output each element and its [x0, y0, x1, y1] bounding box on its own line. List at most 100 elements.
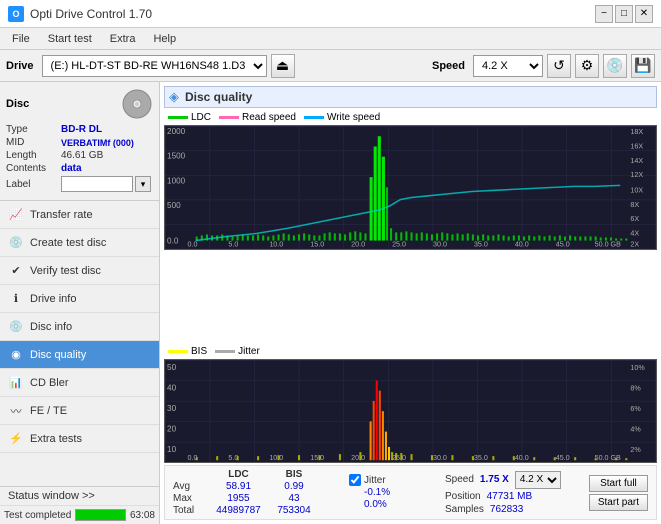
legend-write-speed-color [304, 116, 324, 119]
disc-type-value: BD-R DL [61, 124, 102, 135]
start-part-button[interactable]: Start part [589, 494, 648, 511]
svg-text:15.0: 15.0 [310, 454, 324, 462]
svg-text:1000: 1000 [167, 176, 186, 185]
svg-text:40: 40 [167, 383, 177, 392]
top-chart-svg: 2000 1500 1000 500 0.0 18X 16X 14X 12X 1… [164, 125, 657, 250]
legend-bis-label: BIS [191, 346, 207, 357]
disc-mid-label: MID [6, 137, 61, 148]
status-window-button[interactable]: Status window >> [0, 487, 159, 506]
sidebar-label-create-test-disc: Create test disc [30, 237, 106, 249]
status-progress-area: Test completed 63:08 [0, 506, 159, 524]
sidebar-item-disc-info[interactable]: 💿 Disc info [0, 313, 159, 341]
sidebar-item-drive-info[interactable]: ℹ Drive info [0, 285, 159, 313]
disc-type-row: Type BD-R DL [6, 124, 153, 135]
app-icon: O [8, 6, 24, 22]
refresh-button[interactable]: ↺ [547, 54, 571, 78]
close-button[interactable]: ✕ [635, 5, 653, 23]
svg-text:0.0: 0.0 [188, 241, 198, 249]
transfer-rate-icon: 📈 [8, 207, 24, 223]
menu-file[interactable]: File [4, 31, 38, 47]
speed-select[interactable]: 4.2 X [473, 55, 543, 77]
samples-label: Samples [445, 504, 484, 515]
sidebar-item-fe-te[interactable]: 〰 FE / TE [0, 397, 159, 425]
status-window-label: Status window >> [8, 490, 95, 502]
svg-text:25.0: 25.0 [392, 241, 406, 249]
sidebar-item-create-test-disc[interactable]: 💿 Create test disc [0, 229, 159, 257]
svg-text:10.0: 10.0 [269, 241, 283, 249]
menu-help[interactable]: Help [145, 31, 184, 47]
eject-button[interactable]: ⏏ [271, 54, 295, 78]
svg-text:50.0 GB: 50.0 GB [595, 454, 621, 462]
status-text: Test completed [4, 510, 71, 521]
drive-select[interactable]: (E:) HL-DT-ST BD-RE WH16NS48 1.D3 [42, 55, 267, 77]
disc-info-icon: 💿 [8, 319, 24, 335]
disc-label-label: Label [6, 179, 61, 190]
sidebar-item-verify-test-disc[interactable]: ✔ Verify test disc [0, 257, 159, 285]
svg-text:40.0: 40.0 [515, 454, 529, 462]
sidebar-label-drive-info: Drive info [30, 293, 76, 305]
disc-length-value: 46.61 GB [61, 150, 103, 161]
progress-fill [76, 510, 125, 520]
svg-text:2000: 2000 [167, 127, 186, 136]
disc-type-label: Type [6, 124, 61, 135]
speed-dropdown[interactable]: 4.2 X [515, 471, 561, 489]
total-bis: 753304 [274, 505, 314, 516]
disc-icon [121, 88, 153, 120]
ldc-header: LDC [211, 469, 266, 480]
minimize-button[interactable]: − [595, 5, 613, 23]
legend-jitter-color [215, 350, 235, 353]
sidebar-item-transfer-rate[interactable]: 📈 Transfer rate [0, 201, 159, 229]
verify-test-disc-icon: ✔ [8, 263, 24, 279]
avg-ldc: 58.91 [211, 481, 266, 492]
sidebar-item-cd-bler[interactable]: 📊 CD Bler [0, 369, 159, 397]
max-jitter: 0.0% [349, 499, 429, 510]
start-full-button[interactable]: Start full [589, 475, 648, 492]
bis-header: BIS [274, 469, 314, 480]
svg-text:4X: 4X [630, 229, 639, 237]
legend-ldc: LDC [168, 112, 211, 123]
svg-text:35.0: 35.0 [474, 241, 488, 249]
disc-contents-row: Contents data [6, 163, 153, 174]
status-bar: Status window >> Test completed 63:08 [0, 486, 159, 524]
legend-jitter: Jitter [215, 346, 260, 357]
settings-button[interactable]: ⚙ [575, 54, 599, 78]
save-button[interactable]: 💾 [631, 54, 655, 78]
avg-jitter: -0.1% [349, 487, 429, 498]
maximize-button[interactable]: □ [615, 5, 633, 23]
svg-text:10%: 10% [630, 364, 645, 372]
jitter-label: Jitter [364, 475, 386, 486]
max-bis: 43 [274, 493, 314, 504]
menu-extra[interactable]: Extra [102, 31, 144, 47]
disc-title: Disc [6, 98, 29, 110]
menu-start-test[interactable]: Start test [40, 31, 100, 47]
svg-text:6X: 6X [630, 215, 639, 223]
chart-title: Disc quality [185, 90, 252, 104]
sidebar-label-extra-tests: Extra tests [30, 433, 82, 445]
sidebar-item-disc-quality[interactable]: ◉ Disc quality [0, 341, 159, 369]
drive-label: Drive [6, 60, 34, 72]
legend-read-speed-color [219, 116, 239, 119]
svg-text:30: 30 [167, 404, 177, 413]
bottom-chart-area: BIS Jitter 50 40 30 [164, 344, 657, 463]
svg-text:10X: 10X [630, 186, 643, 194]
stats-row: LDC BIS Avg 58.91 0.99 Max 1955 43 Total… [164, 465, 657, 520]
disc-contents-value: data [61, 163, 82, 174]
jitter-checkbox[interactable] [349, 474, 361, 486]
bottom-chart-svg: 50 40 30 20 10 10% 8% 6% 4% 2% [164, 359, 657, 463]
svg-text:8%: 8% [630, 384, 641, 392]
bottom-legend: BIS Jitter [164, 344, 657, 359]
nav-items: 📈 Transfer rate 💿 Create test disc ✔ Ver… [0, 201, 159, 486]
svg-text:35.0: 35.0 [474, 454, 488, 462]
legend-read-speed-label: Read speed [242, 112, 296, 123]
sidebar-item-extra-tests[interactable]: ⚡ Extra tests [0, 425, 159, 453]
svg-text:16X: 16X [630, 143, 643, 151]
total-ldc: 44989787 [211, 505, 266, 516]
burn-button[interactable]: 💿 [603, 54, 627, 78]
legend-bis-color [168, 350, 188, 353]
disc-label-btn[interactable]: ▾ [135, 176, 151, 192]
progress-bar [75, 509, 126, 521]
disc-label-input[interactable] [61, 176, 133, 192]
svg-text:6%: 6% [630, 405, 641, 413]
chart-header-icon: ◈ [169, 89, 179, 105]
progress-time: 63:08 [130, 510, 155, 521]
